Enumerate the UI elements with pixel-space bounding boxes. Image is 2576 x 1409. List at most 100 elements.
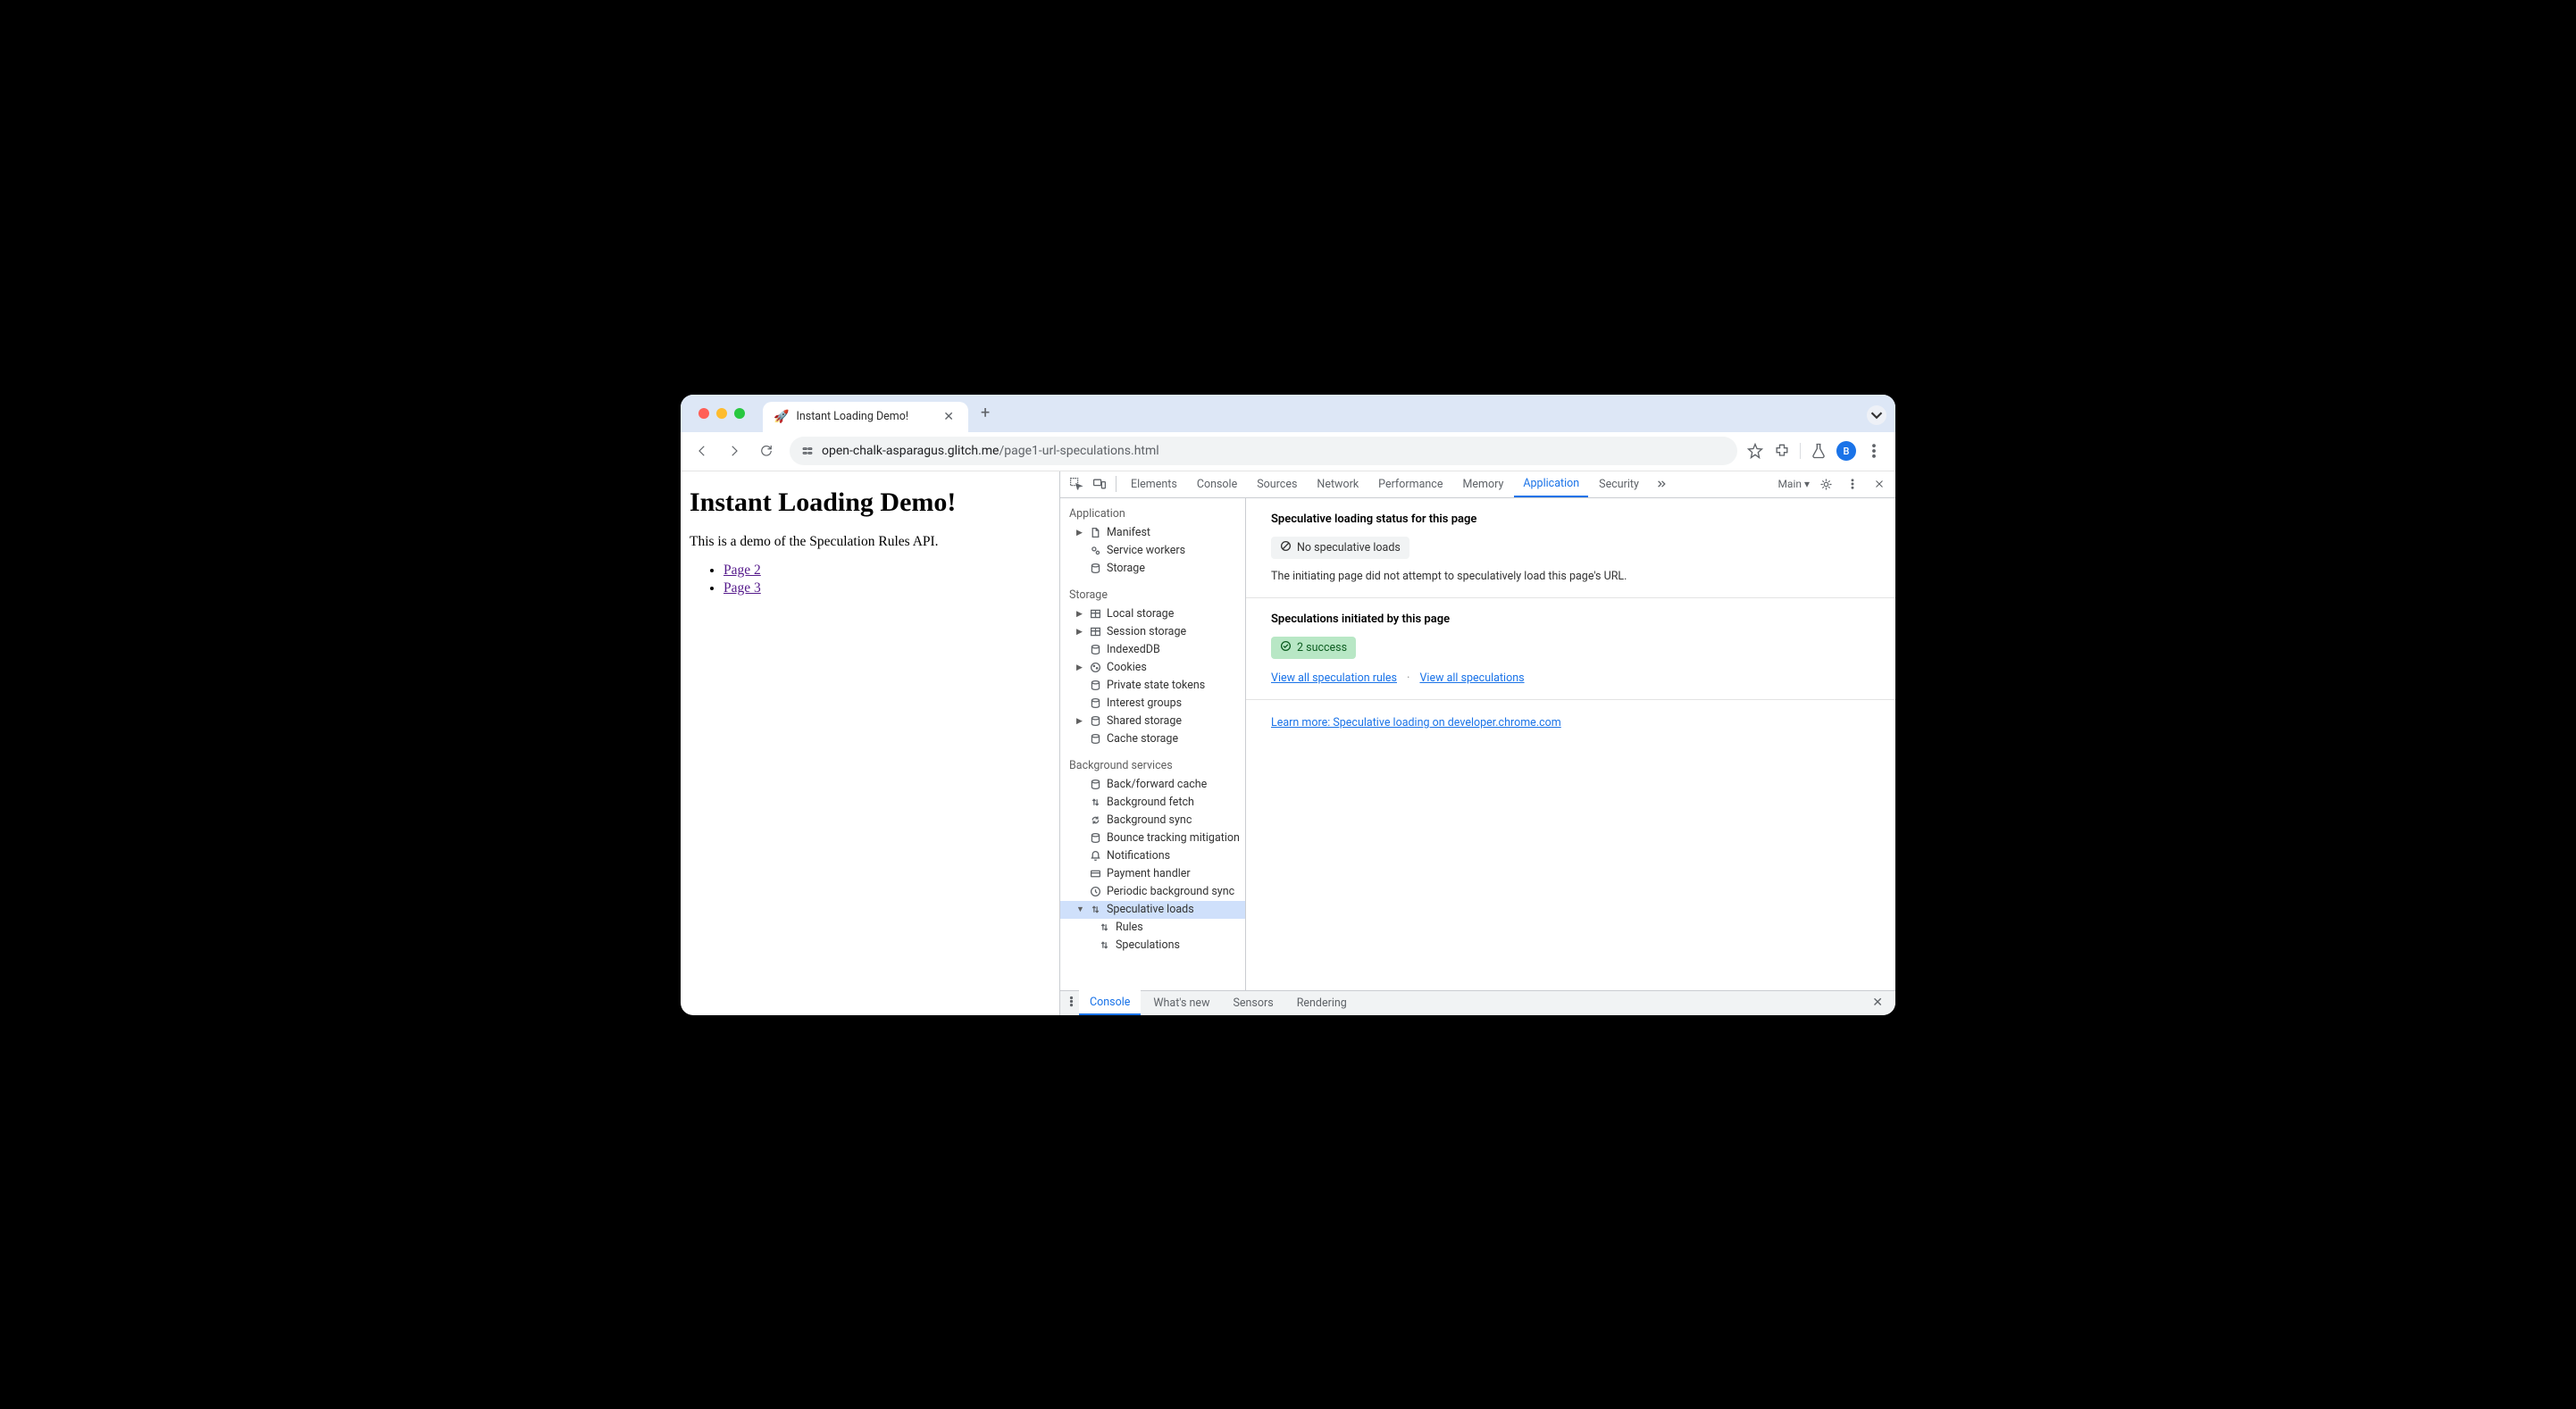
rocket-icon: 🚀 (774, 410, 789, 424)
devtools-main: Speculative loading status for this page… (1246, 498, 1895, 990)
drawer-menu-icon[interactable] (1066, 996, 1077, 1011)
reload-button[interactable] (752, 437, 781, 465)
device-toggle-icon[interactable] (1089, 473, 1110, 495)
sidebar-item-local-storage[interactable]: ▶Local storage (1060, 605, 1245, 623)
speculation-links: View all speculation rules · View all sp… (1271, 671, 1870, 685)
url-text: open-chalk-asparagus.glitch.me/page1-url… (822, 444, 1159, 458)
content-row: Instant Loading Demo! This is a demo of … (681, 471, 1895, 1015)
sidebar-item-rules[interactable]: Rules (1060, 919, 1245, 937)
page-heading: Instant Loading Demo! (690, 488, 1050, 518)
view-rules-link[interactable]: View all speculation rules (1271, 671, 1397, 685)
page-link[interactable]: Page 2 (723, 563, 761, 578)
db-icon (1089, 733, 1101, 746)
star-icon[interactable] (1746, 442, 1764, 460)
sidebar-item-bfcache[interactable]: Back/forward cache (1060, 776, 1245, 794)
browser-window: 🚀 Instant Loading Demo! ✕ + open-chalk-a… (681, 395, 1895, 1015)
sidebar-item-cookies[interactable]: ▶Cookies (1060, 659, 1245, 677)
browser-tab[interactable]: 🚀 Instant Loading Demo! ✕ (763, 402, 968, 432)
tab-performance[interactable]: Performance (1369, 471, 1451, 498)
flask-icon[interactable] (1810, 442, 1827, 460)
sidebar-item-private-state-tokens[interactable]: Private state tokens (1060, 677, 1245, 695)
page-content: Instant Loading Demo! This is a demo of … (681, 471, 1059, 1015)
list-item: Page 2 (723, 563, 1050, 579)
sidebar-item-service-workers[interactable]: Service workers (1060, 542, 1245, 560)
tab-memory[interactable]: Memory (1453, 471, 1512, 498)
sidebar-item-background-fetch[interactable]: Background fetch (1060, 794, 1245, 812)
tab-elements[interactable]: Elements (1122, 471, 1186, 498)
drawer-tab-console[interactable]: Console (1079, 990, 1141, 1015)
tab-network[interactable]: Network (1308, 471, 1367, 498)
clock-icon (1089, 886, 1101, 898)
status-chip: No speculative loads (1271, 537, 1409, 559)
window-close-button[interactable] (698, 408, 709, 419)
devtools-tab-bar: Elements Console Sources Network Perform… (1060, 471, 1895, 498)
view-speculations-link[interactable]: View all speculations (1419, 671, 1524, 685)
sidebar-item-speculative-loads[interactable]: ▼Speculative loads (1060, 901, 1245, 919)
learn-more-link[interactable]: Learn more: Speculative loading on devel… (1271, 716, 1561, 730)
initiated-section: Speculations initiated by this page 2 su… (1246, 598, 1895, 700)
tab-sources[interactable]: Sources (1248, 471, 1306, 498)
file-icon (1089, 527, 1101, 539)
sidebar-item-notifications[interactable]: Notifications (1060, 847, 1245, 865)
bell-icon (1089, 850, 1101, 863)
card-icon (1089, 868, 1101, 880)
tab-bar: 🚀 Instant Loading Demo! ✕ + (681, 395, 1895, 432)
db-icon (1089, 715, 1101, 728)
divider (1800, 443, 1801, 459)
avatar[interactable]: B (1836, 441, 1856, 461)
sidebar-item-interest-groups[interactable]: Interest groups (1060, 695, 1245, 713)
drawer-tab-sensors[interactable]: Sensors (1222, 990, 1284, 1015)
sidebar-item-cache-storage[interactable]: Cache storage (1060, 730, 1245, 748)
tab-title: Instant Loading Demo! (796, 410, 933, 423)
devtools-sidebar: Application ▶Manifest Service workers St… (1060, 498, 1246, 990)
menu-icon[interactable] (1865, 442, 1883, 460)
db-icon (1089, 679, 1101, 692)
close-drawer-icon[interactable]: ✕ (1865, 996, 1890, 1010)
site-info-icon[interactable] (800, 444, 815, 458)
tab-security[interactable]: Security (1590, 471, 1648, 498)
drawer-tab-rendering[interactable]: Rendering (1286, 990, 1358, 1015)
page-link[interactable]: Page 3 (723, 580, 761, 596)
sidebar-item-shared-storage[interactable]: ▶Shared storage (1060, 713, 1245, 730)
sidebar-item-manifest[interactable]: ▶Manifest (1060, 524, 1245, 542)
check-icon (1280, 640, 1292, 655)
sidebar-item-storage[interactable]: Storage (1060, 560, 1245, 578)
drawer-tab-whatsnew[interactable]: What's new (1142, 990, 1220, 1015)
sidebar-group-application: Application (1060, 504, 1245, 524)
table-icon (1089, 608, 1101, 621)
sidebar-item-periodic-sync[interactable]: Periodic background sync (1060, 883, 1245, 901)
db-icon (1089, 779, 1101, 791)
block-icon (1280, 540, 1292, 555)
url-bar[interactable]: open-chalk-asparagus.glitch.me/page1-url… (790, 437, 1737, 465)
target-selector[interactable]: Main ▾ (1777, 478, 1810, 490)
sidebar-item-speculations[interactable]: Speculations (1060, 937, 1245, 955)
close-devtools-icon[interactable] (1869, 473, 1890, 495)
add-tab-button[interactable]: + (972, 404, 999, 422)
status-heading: Speculative loading status for this page (1271, 513, 1870, 526)
cookie-icon (1089, 662, 1101, 674)
extensions-icon[interactable] (1773, 442, 1791, 460)
kebab-icon[interactable] (1842, 473, 1863, 495)
initiated-heading: Speculations initiated by this page (1271, 613, 1870, 626)
sidebar-item-session-storage[interactable]: ▶Session storage (1060, 623, 1245, 641)
sidebar-item-background-sync[interactable]: Background sync (1060, 812, 1245, 830)
gear-icon[interactable] (1815, 473, 1836, 495)
divider (1116, 476, 1117, 492)
window-maximize-button[interactable] (734, 408, 745, 419)
forward-button[interactable] (720, 437, 749, 465)
inspect-icon[interactable] (1066, 473, 1087, 495)
window-minimize-button[interactable] (716, 408, 727, 419)
sidebar-item-indexeddb[interactable]: IndexedDB (1060, 641, 1245, 659)
sidebar-item-payment-handler[interactable]: Payment handler (1060, 865, 1245, 883)
status-section: Speculative loading status for this page… (1246, 498, 1895, 598)
tabs-dropdown-button[interactable] (1867, 405, 1886, 425)
tab-console[interactable]: Console (1188, 471, 1246, 498)
tab-application[interactable]: Application (1514, 471, 1588, 498)
db-icon (1089, 563, 1101, 575)
sidebar-item-bounce-tracking[interactable]: Bounce tracking mitigation (1060, 830, 1245, 847)
back-button[interactable] (688, 437, 716, 465)
close-icon[interactable]: ✕ (940, 410, 958, 424)
cogs-icon (1089, 545, 1101, 557)
updown-icon (1098, 939, 1110, 952)
more-tabs-icon[interactable] (1650, 473, 1671, 495)
